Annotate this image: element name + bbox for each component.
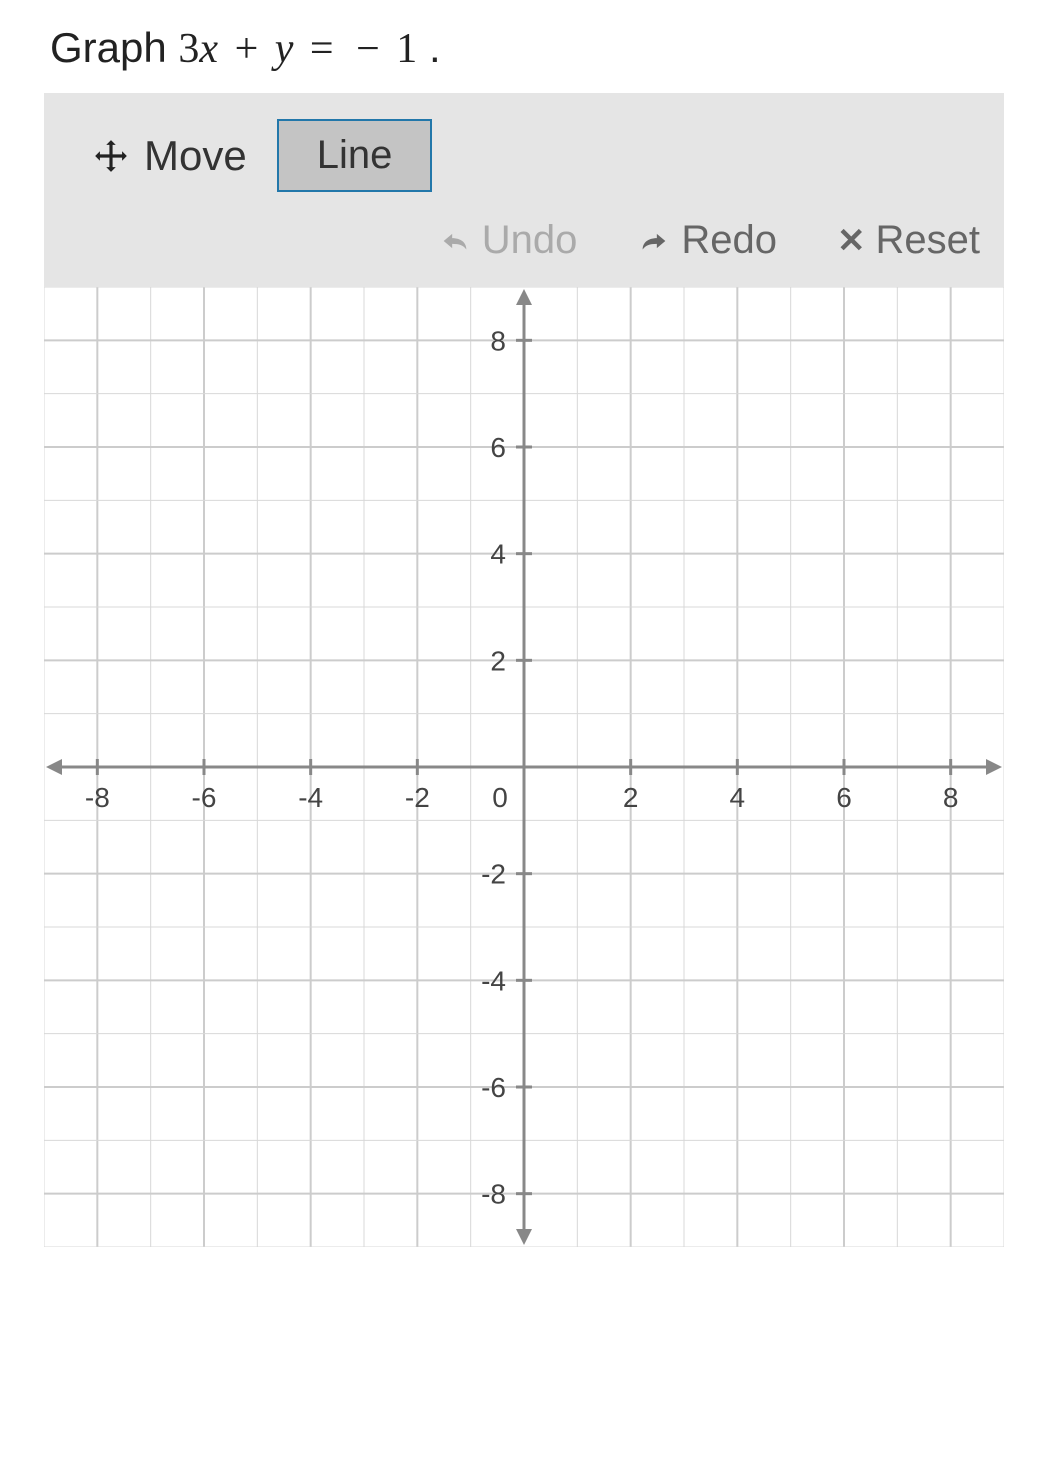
move-icon: [92, 137, 130, 175]
svg-text:-4: -4: [298, 782, 323, 813]
tool-row-secondary: Undo Redo ✕ Reset: [44, 210, 1004, 287]
graph-svg: -8 -6 -4 -2 2 4 6 8 0 -8 -6 -4 -2 2 4 6 8: [44, 287, 1004, 1247]
redo-icon: [637, 224, 671, 258]
svg-text:4: 4: [730, 782, 746, 813]
svg-text:-6: -6: [192, 782, 217, 813]
tool-row-primary: Move Line: [44, 93, 1004, 210]
question-text: Graph 3x + y = − 1 .: [0, 0, 1052, 93]
undo-icon: [438, 224, 472, 258]
svg-text:2: 2: [623, 782, 639, 813]
question-prefix: Graph: [50, 24, 178, 71]
svg-text:-8: -8: [481, 1179, 506, 1210]
reset-button[interactable]: ✕ Reset: [837, 218, 980, 263]
svg-text:-4: -4: [481, 965, 506, 996]
undo-button[interactable]: Undo: [438, 218, 578, 263]
line-tool-button[interactable]: Line: [277, 119, 433, 192]
svg-text:-6: -6: [481, 1072, 506, 1103]
line-tool-label: Line: [317, 133, 393, 177]
reset-label: Reset: [876, 218, 981, 263]
redo-label: Redo: [681, 218, 777, 263]
undo-label: Undo: [482, 218, 578, 263]
svg-text:4: 4: [490, 539, 506, 570]
svg-text:2: 2: [490, 645, 506, 676]
svg-text:6: 6: [836, 782, 852, 813]
svg-text:8: 8: [490, 325, 506, 356]
svg-text:-2: -2: [481, 859, 506, 890]
redo-button[interactable]: Redo: [637, 218, 777, 263]
svg-text:-8: -8: [85, 782, 110, 813]
move-tool-label: Move: [144, 132, 247, 180]
svg-text:0: 0: [492, 782, 508, 813]
svg-text:8: 8: [943, 782, 959, 813]
equation: 3x + y = − 1: [178, 26, 417, 72]
tool-panel: Move Line Undo Redo ✕ Reset: [44, 93, 1004, 287]
reset-icon: ✕: [837, 221, 866, 261]
svg-text:-2: -2: [405, 782, 430, 813]
svg-text:6: 6: [490, 432, 506, 463]
move-tool-button[interactable]: Move: [92, 132, 257, 180]
coordinate-plane[interactable]: -8 -6 -4 -2 2 4 6 8 0 -8 -6 -4 -2 2 4 6 8: [44, 287, 1004, 1247]
